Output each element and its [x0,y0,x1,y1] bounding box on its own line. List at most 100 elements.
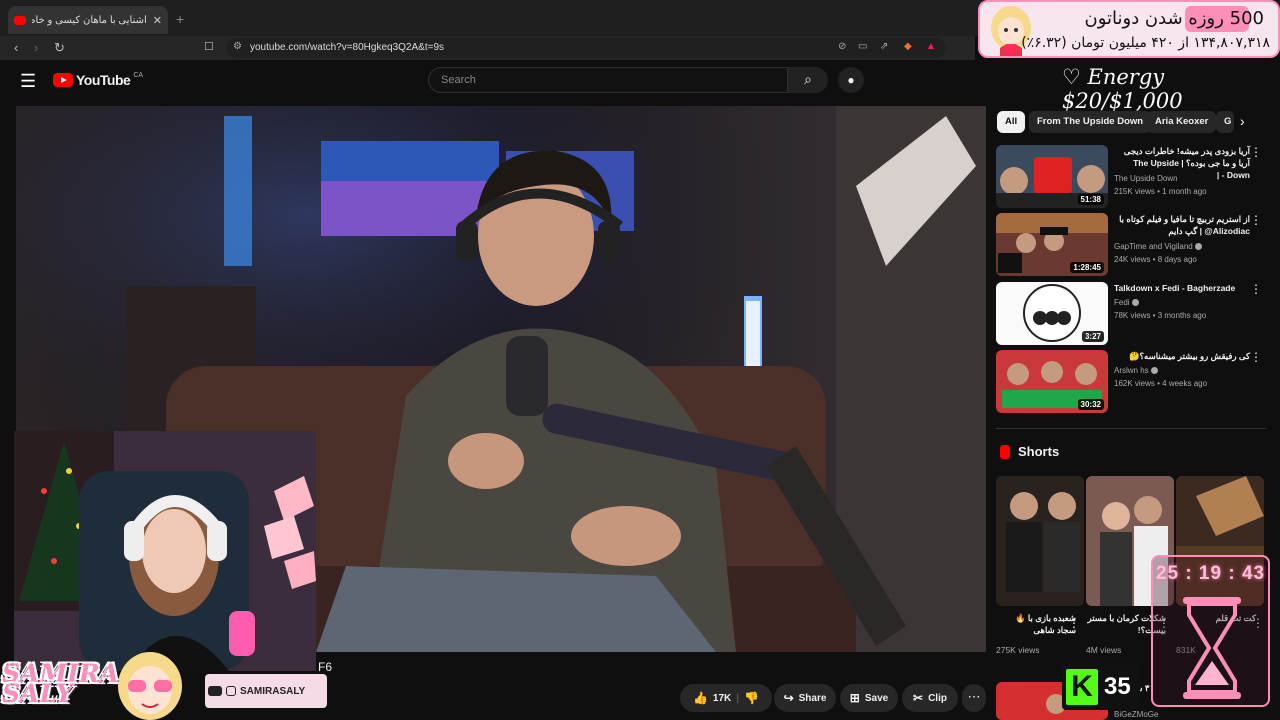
tab-title: آشنایی با ماهان کیسی و خاطرات ... [32,14,147,26]
verified-icon [1150,367,1158,375]
search-placeholder: Search [441,74,476,86]
kick-count: 35 [1104,673,1131,700]
close-tab-icon[interactable]: ✕ [153,14,162,27]
new-tab-icon[interactable]: + [176,11,184,27]
bookmark-icon[interactable]: ☐ [204,40,214,53]
dislike-icon[interactable]: 👎 [744,691,759,705]
video-title[interactable]: از استریم تربیچ تا مافیا و فیلم کوتاه با… [1114,213,1250,237]
brand-mascot-icon [118,652,182,720]
share-button[interactable]: ↪ Share [774,684,836,712]
shorts-icon [1000,444,1010,459]
energy-goal-overlay: ♡ Energy $20/$1,000 [1062,65,1183,113]
menu-icon[interactable]: ☰ [20,71,36,92]
youtube-favicon-icon [14,15,26,25]
forward-icon[interactable]: › [34,40,38,55]
brand-watermark: SAMIRA SALY [2,661,119,706]
video-meta: 24K views • 8 days ago [1114,255,1197,264]
save-label: Save [864,692,889,704]
like-icon[interactable]: 👍 [693,691,708,705]
recommended-video[interactable]: 1:28:45 از استریم تربیچ تا مافیا و فیلم … [996,213,1270,277]
recommended-video[interactable]: 3:27 Talkdown x Fedi - Bagherzade Fedi 7… [996,282,1270,346]
voice-search-button[interactable]: ● [838,67,864,93]
reload-icon[interactable]: ↻ [54,40,65,56]
donation-progress-text: ۱۳۴,۸۰۷,۳۱۸ از ۴۲۰ میلیون تومان (۶.۳۲٪) [1021,35,1270,51]
donation-title: 500 روزه شدن دوناتون [1084,8,1264,29]
video-title[interactable]: Talkdown x Fedi - Bagherzade [1114,282,1250,294]
like-dislike-group: 👍 17K | 👎 [680,684,772,712]
channel-name[interactable]: GapTime and Vigiland [1114,242,1202,251]
chip-upside-down[interactable]: From The Upside Down [1029,111,1152,133]
channel-name[interactable]: Fedi [1114,298,1139,307]
video-thumbnail[interactable]: 3:27 [996,282,1108,345]
video-thumbnail[interactable]: 51:38 [996,145,1108,208]
logo-wordmark: YouTube [76,72,131,88]
shield-icon[interactable]: ◆ [904,41,912,52]
search-input[interactable]: Search [428,67,788,93]
youtube-play-icon [53,73,73,87]
url-text: youtube.com/watch?v=80Hgkeq3Q2A&t=9s [250,42,445,53]
hourglass-icon [1183,597,1241,699]
short-views: 275K views [996,645,1040,655]
site-info-icon[interactable]: ⚙ [233,41,242,52]
shorts-title: Shorts [1018,444,1060,459]
section-divider [996,428,1266,429]
more-icon: ⋯ [967,689,981,704]
more-options-icon[interactable]: ⋮ [1250,145,1262,159]
channel-name[interactable]: Arslwn hs [1114,366,1158,375]
social-handle-banner: SAMIRASALY [205,674,327,708]
channel-name[interactable]: The Upside Down [1114,174,1178,183]
recommended-video[interactable]: 30:32 کی رفیقش رو بیشتر میشناسه؟🤔 Arslwn… [996,350,1270,414]
video-thumbnail[interactable]: 30:32 [996,350,1108,413]
share-label: Share [798,692,827,704]
clip-label: Clip [928,692,947,704]
video-title[interactable]: کی رفیقش رو بیشتر میشناسه؟🤔 [1114,350,1250,362]
caption-fragment: F6 [318,660,333,674]
video-duration: 51:38 [1077,194,1104,205]
more-actions-button[interactable]: ⋯ [962,684,986,712]
more-options-icon[interactable]: ⋮ [1068,616,1080,630]
search-button[interactable]: ⌕ [788,67,828,93]
back-icon[interactable]: ‹ [14,40,18,55]
verified-icon [1131,299,1139,307]
social-handle: SAMIRASALY [240,685,306,697]
recommended-video[interactable]: 51:38 آریا بزودی پدر میشه! خاطرات دیجی آ… [996,145,1270,209]
kick-follower-overlay: K 35 [1062,664,1140,710]
chip-aria-keoxer[interactable]: Aria Keoxer [1147,111,1217,133]
kick-logo-icon: K [1066,669,1098,705]
short-title[interactable]: شعبده بازی با 🔥 سجاد شاهی [996,612,1076,636]
cast-icon[interactable]: ▭ [858,41,867,52]
scissors-icon: ✂ [913,691,924,705]
more-options-icon[interactable]: ⋮ [1250,282,1262,296]
video-meta: 215K views • 1 month ago [1114,187,1207,196]
share-page-icon[interactable]: ⇗ [880,41,888,52]
webcam-frame [14,431,316,671]
more-options-icon[interactable]: ⋮ [1250,213,1262,227]
short-thumbnail[interactable] [996,476,1084,606]
more-options-icon[interactable]: ⋮ [1250,350,1262,364]
clip-button[interactable]: ✂ Clip [902,684,958,712]
tracking-icon[interactable]: ⊘ [838,41,846,52]
stream-timer-overlay: 25 : 19 : 43 [1151,555,1270,707]
chevron-right-icon[interactable]: › [1240,113,1245,129]
like-count[interactable]: 17K [713,693,731,704]
chip-partial[interactable]: G [1216,111,1234,133]
youtube-icon [208,686,222,696]
video-meta: 78K views • 3 months ago [1114,311,1207,320]
youtube-logo[interactable]: YouTube CA [53,72,143,88]
country-code: CA [133,71,144,79]
save-button[interactable]: ⊞ Save [840,684,898,712]
search-icon: ⌕ [804,71,812,87]
streamer-webcam [14,431,316,671]
video-duration: 30:32 [1077,399,1104,410]
channel-name[interactable]: BiGeZMoGe [1114,710,1158,719]
video-duration: 3:27 [1081,331,1104,342]
donation-goal-overlay: 500 روزه شدن دوناتون ۱۳۴,۸۰۷,۳۱۸ از ۴۲۰ … [978,0,1280,58]
save-icon: ⊞ [849,691,860,705]
rewards-icon[interactable]: ▲ [926,41,936,52]
video-thumbnail[interactable]: 1:28:45 [996,213,1108,276]
chip-all[interactable]: All [997,111,1026,133]
browser-tab[interactable]: آشنایی با ماهان کیسی و خاطرات ... ✕ [8,6,168,34]
timer-value: 25 : 19 : 43 [1155,563,1266,584]
instagram-icon [226,686,236,696]
mic-icon: ● [847,73,855,87]
